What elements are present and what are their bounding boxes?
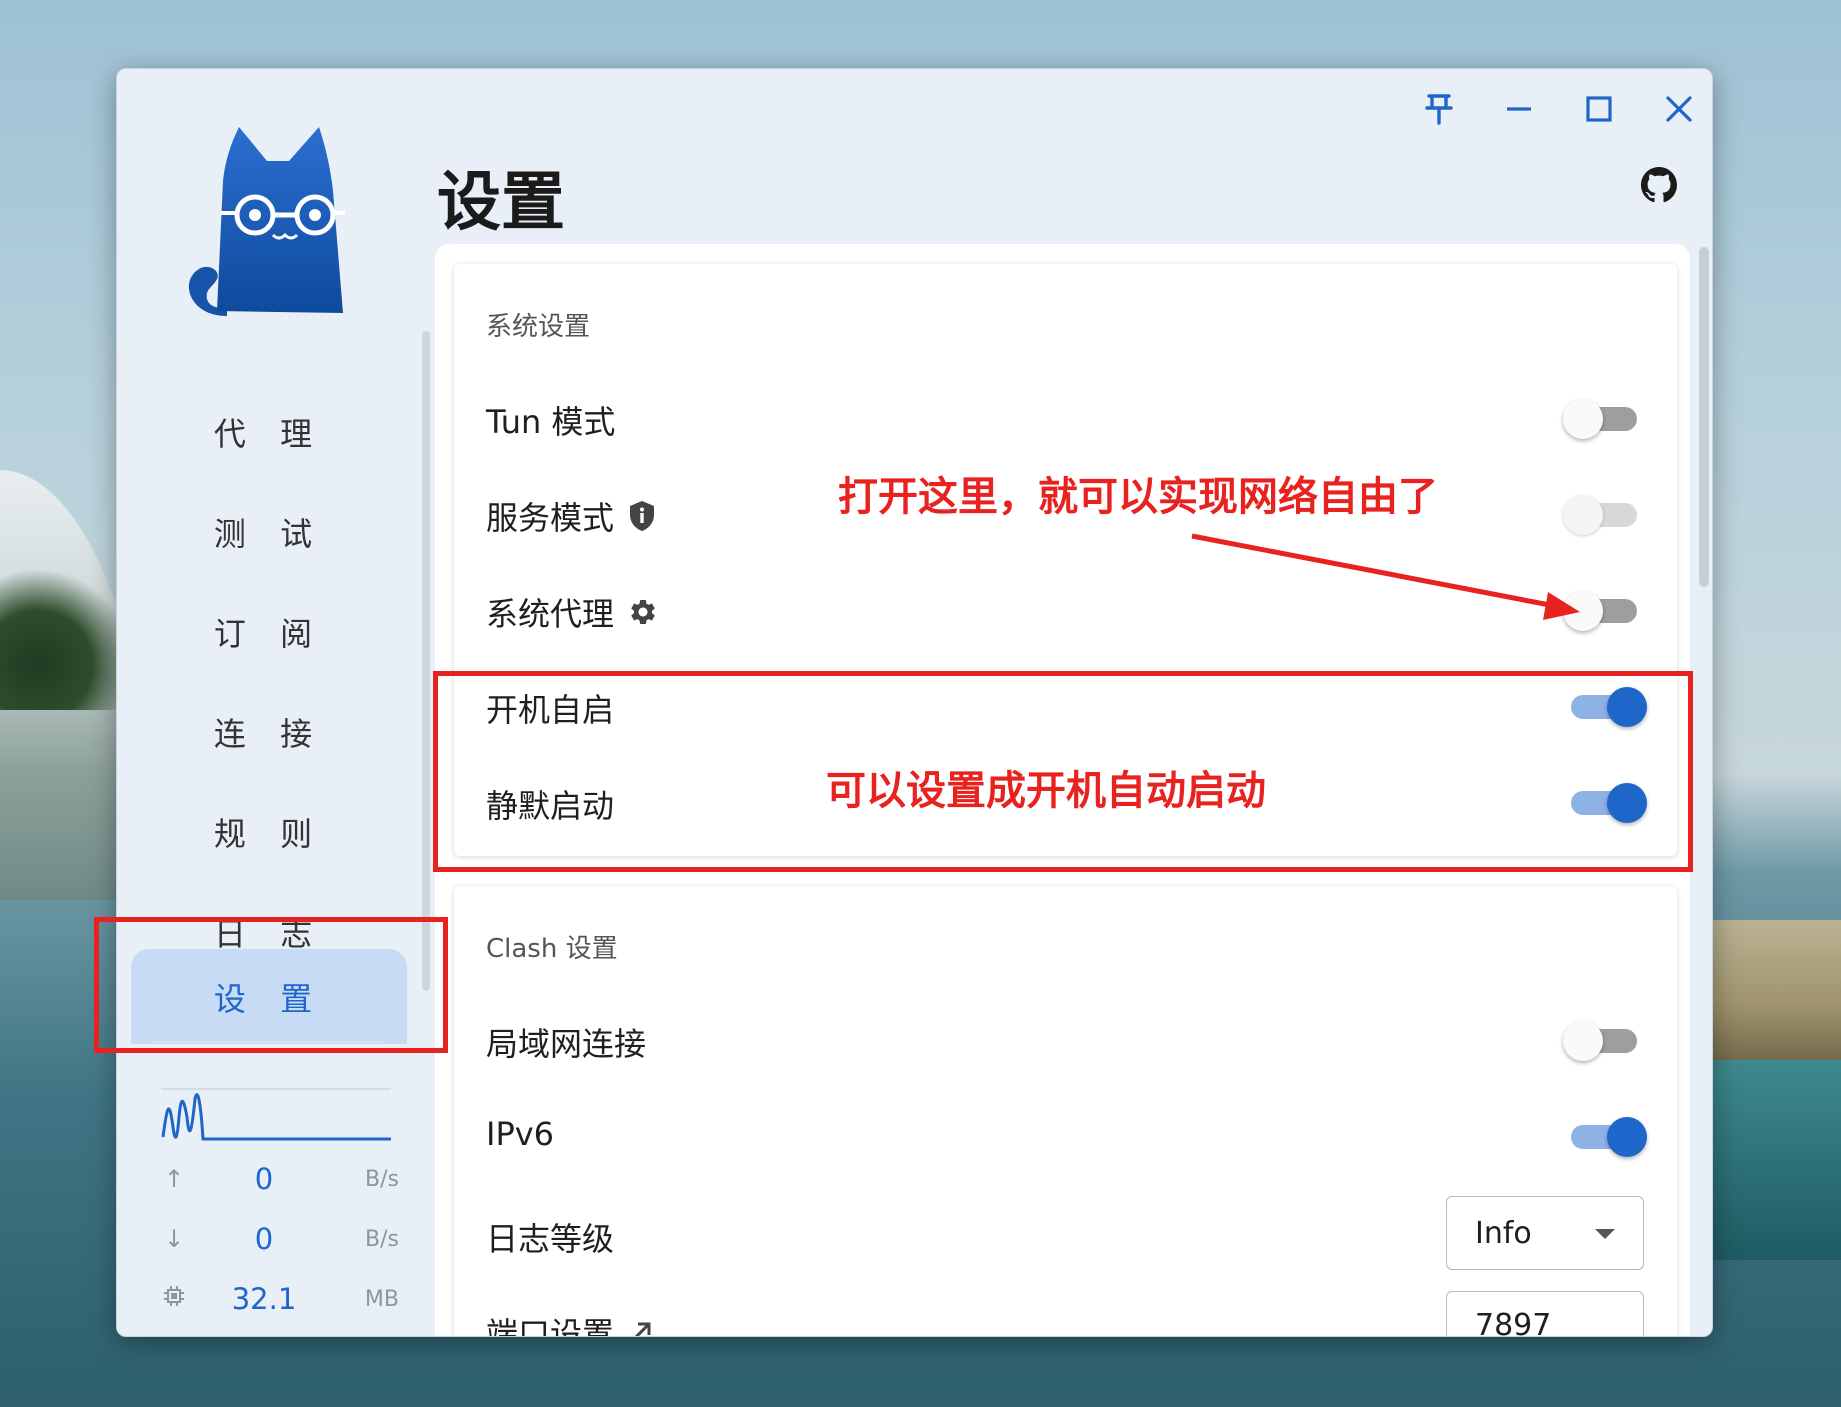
nav-item-connections[interactable]: 连 接 [131,694,407,770]
nav-item-subscriptions[interactable]: 订 阅 [131,594,407,670]
log-level-label: 日志等级 [486,1220,615,1258]
tun-mode-label: Tun 模式 [486,403,616,441]
github-icon[interactable] [1641,167,1677,203]
lan-connect-row: 局域网连接 [454,1001,1677,1081]
tun-mode-switch[interactable] [1563,399,1643,439]
download-value: 0 [254,1222,274,1256]
clash-settings-title: Clash 设置 [486,934,618,964]
annotation-text-autostart: 可以设置成开机自动启动 [826,768,1266,814]
memory-unit: MB [364,1286,399,1312]
port-settings-label: 端口设置 [486,1315,615,1336]
close-button[interactable] [1657,87,1701,131]
memory-value: 32.1 [231,1282,297,1316]
sidebar-scrollbar[interactable] [422,331,430,991]
cat-logo-icon [188,127,345,316]
system-proxy-switch[interactable] [1563,591,1643,631]
shield-icon[interactable] [628,500,656,532]
nav-item-proxy[interactable]: 代 理 [131,394,407,470]
close-icon [1666,96,1692,122]
memory-stat: 32.1 MB [159,1279,399,1319]
arrow-up-icon: ↑ [163,1165,185,1193]
external-arrow-icon[interactable] [628,1319,654,1336]
tun-mode-row: Tun 模式 [454,379,1677,459]
ipv6-row: IPv6 [454,1097,1677,1177]
gear-icon[interactable] [628,597,658,627]
maximize-icon [1586,96,1612,122]
clash-settings-card: Clash 设置 局域网连接 IPv6 日志等级 Info 端口设置 7897 [454,886,1677,1336]
nav-item-test[interactable]: 测 试 [131,494,407,570]
annotation-text-system-proxy: 打开这里，就可以实现网络自由了 [838,474,1438,520]
annotation-box-settings-nav [94,917,448,1053]
arrow-down-icon: ↓ [163,1225,185,1253]
caret-down-icon [1595,1229,1615,1239]
download-stat: ↓ 0 B/s [159,1219,399,1259]
ipv6-label: IPv6 [486,1115,555,1153]
log-level-row: 日志等级 Info [454,1196,1677,1276]
nav-item-label: 规 则 [213,815,325,853]
content-scrollbar[interactable] [1699,247,1709,587]
nav-item-rules[interactable]: 规 则 [131,794,407,870]
log-level-value: Info [1475,1215,1532,1251]
system-proxy-row: 系统代理 [454,571,1677,651]
sidebar: 代 理 测 试 订 阅 连 接 规 则 日 志 设 置 ↑ 0 B/s ↓ 0 … [117,69,437,1336]
lan-connect-switch[interactable] [1563,1021,1643,1061]
maximize-button[interactable] [1577,87,1621,131]
service-mode-label: 服务模式 [486,499,615,537]
desktop-trees [0,560,125,710]
system-settings-title: 系统设置 [486,312,591,342]
log-level-select[interactable]: Info [1446,1196,1644,1270]
nav-item-label: 连 接 [213,715,325,753]
upload-value: 0 [254,1162,274,1196]
port-settings-row: 端口设置 7897 [454,1291,1677,1336]
ipv6-switch[interactable] [1563,1117,1647,1157]
nav-item-label: 订 阅 [213,615,325,653]
pin-button[interactable] [1417,87,1461,131]
download-unit: B/s [365,1226,399,1252]
pin-icon [1425,94,1453,125]
minimize-icon [1507,107,1531,111]
traffic-graph [161,1088,391,1141]
system-proxy-label: 系统代理 [486,595,615,633]
lan-connect-label: 局域网连接 [486,1025,647,1063]
nav-item-label: 测 试 [213,515,325,553]
service-mode-switch[interactable] [1563,495,1643,535]
port-input[interactable]: 7897 [1446,1291,1644,1336]
upload-unit: B/s [365,1166,399,1192]
chip-icon [159,1284,189,1314]
nav-item-label: 代 理 [213,415,325,453]
page-title: 设置 [437,166,565,240]
minimize-button[interactable] [1497,87,1541,131]
upload-stat: ↑ 0 B/s [159,1159,399,1199]
